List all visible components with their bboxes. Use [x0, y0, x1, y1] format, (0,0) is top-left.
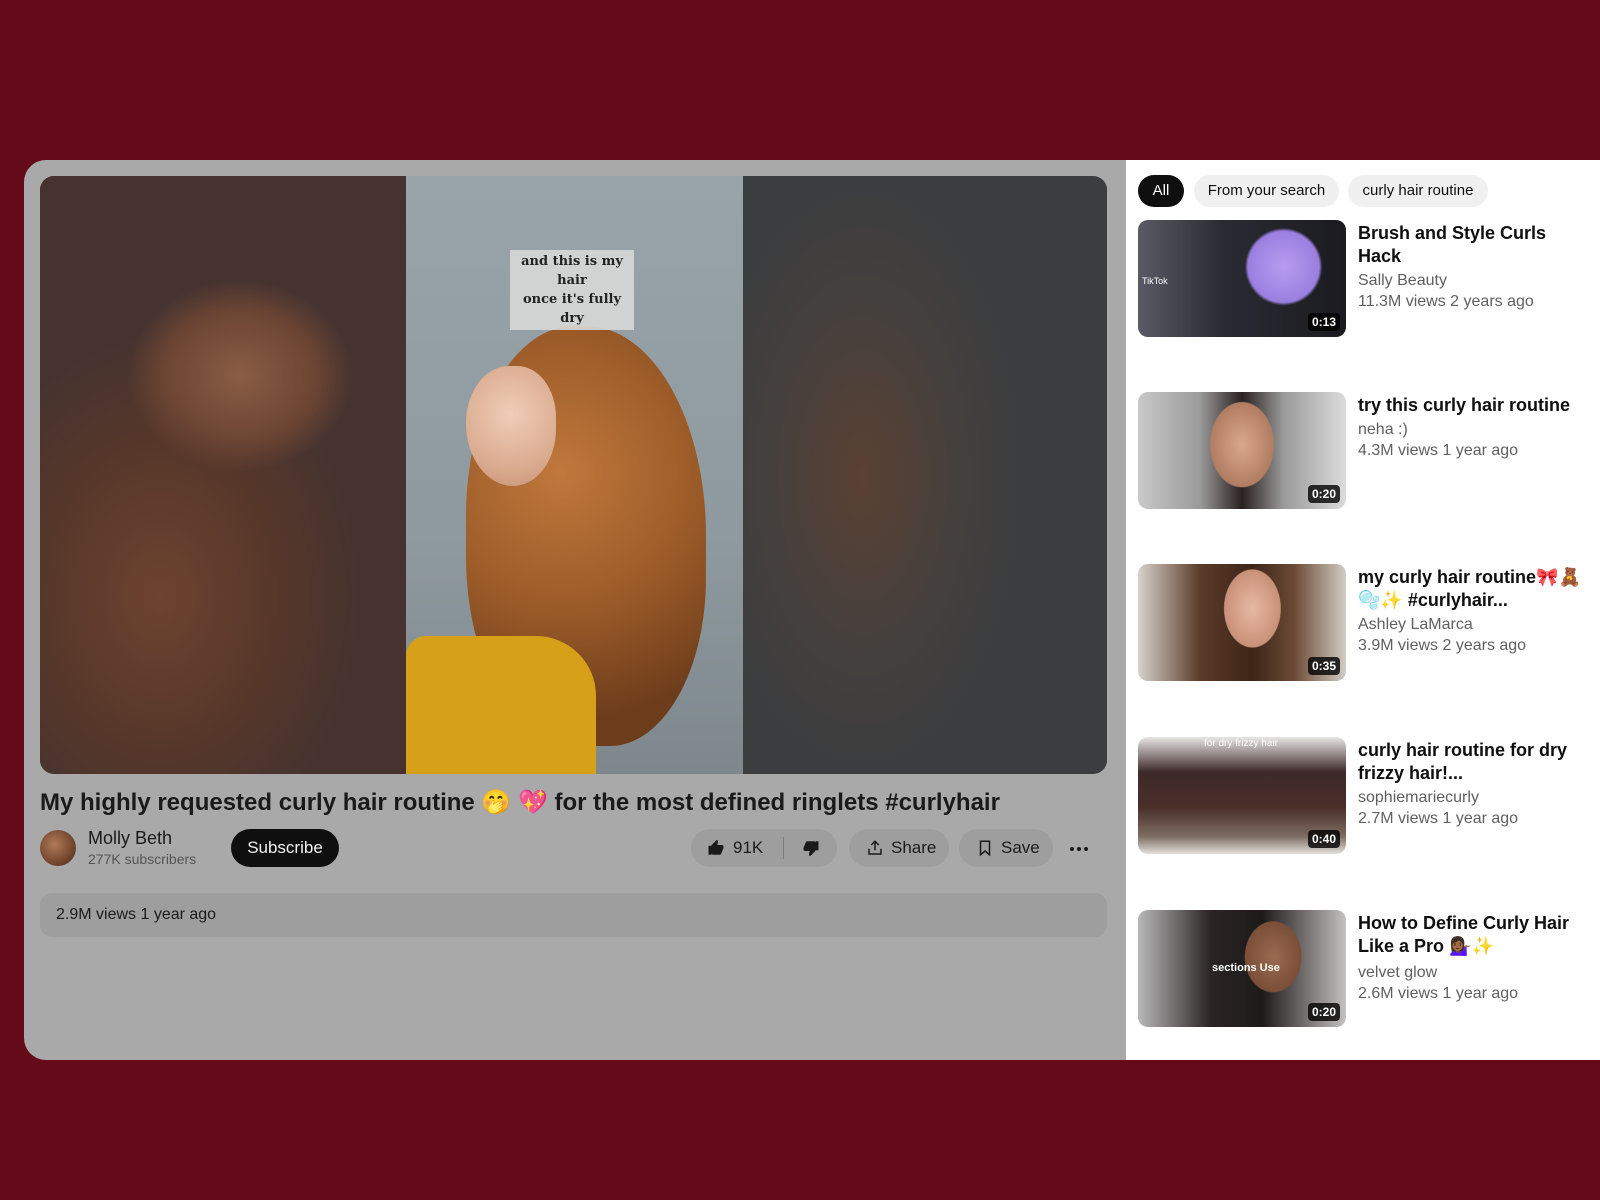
rec-item[interactable]: 0:20 try this curly hair routine neha :)… — [1138, 392, 1600, 512]
video-frame: and this is my hair once it's fully dry — [406, 176, 743, 774]
duration-badge: 0:20 — [1307, 1003, 1340, 1021]
rec-channel[interactable]: Sally Beauty — [1358, 272, 1447, 290]
rec-thumbnail[interactable]: 0:20 — [1138, 392, 1346, 509]
video-caption-line1: and this is my hair — [521, 254, 623, 288]
rec-item[interactable]: TikTok 0:13 Brush and Style Curls Hack S… — [1138, 220, 1600, 340]
rec-thumbnail[interactable]: 0:35 — [1138, 564, 1346, 681]
rec-item[interactable]: sections Use 0:20 How to Define Curly Ha… — [1138, 910, 1600, 1030]
subscribe-button[interactable]: Subscribe — [231, 829, 339, 867]
youtube-window: and this is my hair once it's fully dry … — [24, 160, 1600, 1060]
subscriber-count: 277K subscribers — [88, 851, 197, 867]
thumb-overlay-text: TikTok — [1142, 276, 1168, 286]
rec-meta: 4.3M views 1 year ago — [1358, 442, 1519, 459]
rec-item[interactable]: 0:35 my curly hair routine🎀🧸🫧✨ #curlyhai… — [1138, 564, 1600, 684]
rec-title[interactable]: try this curly hair routine — [1358, 394, 1588, 417]
thumb-overlay-text: for dry frizzy hair — [1204, 738, 1278, 749]
video-title: My highly requested curly hair routine 🤭… — [40, 789, 1000, 816]
channel-name[interactable]: Molly Beth — [88, 828, 172, 849]
rec-meta: 2.7M views 1 year ago — [1358, 810, 1519, 827]
duration-badge: 0:20 — [1307, 485, 1340, 503]
rec-thumbnail[interactable]: for dry frizzy hair 0:40 — [1138, 737, 1346, 854]
rec-meta: 2.6M views 1 year ago — [1358, 985, 1519, 1002]
rec-meta: 3.9M views 2 years ago — [1358, 637, 1527, 654]
more-actions-button[interactable] — [1061, 829, 1097, 867]
chip-curly-hair-routine[interactable]: curly hair routine — [1348, 175, 1488, 207]
more-horizontal-icon — [1070, 847, 1088, 851]
main-pane: and this is my hair once it's fully dry … — [24, 160, 1126, 1060]
rec-title[interactable]: curly hair routine for dry frizzy hair!.… — [1358, 739, 1588, 785]
duration-badge: 0:40 — [1307, 830, 1340, 848]
player-blur-left — [40, 176, 406, 774]
rec-thumbnail[interactable]: sections Use 0:20 — [1138, 910, 1346, 1027]
recommendations-sidebar: All From your search curly hair routine … — [1126, 160, 1600, 1060]
rec-thumbnail[interactable]: TikTok 0:13 — [1138, 220, 1346, 337]
like-button[interactable]: 91K — [691, 829, 783, 867]
player-blur-right — [743, 176, 1107, 774]
channel-avatar[interactable] — [40, 830, 76, 866]
rec-meta: 11.3M views 2 years ago — [1358, 293, 1534, 310]
bookmark-icon — [979, 840, 991, 857]
video-player[interactable]: and this is my hair once it's fully dry — [40, 176, 1107, 774]
dislike-button[interactable] — [784, 829, 837, 867]
like-dislike-group: 91K — [691, 829, 837, 867]
chip-all[interactable]: All — [1138, 175, 1184, 207]
thumb-overlay-text: sections Use — [1212, 962, 1280, 974]
save-button[interactable]: Save — [959, 829, 1053, 867]
rec-channel[interactable]: Ashley LaMarca — [1358, 616, 1473, 634]
video-caption: and this is my hair once it's fully dry — [510, 250, 634, 330]
duration-badge: 0:35 — [1307, 657, 1340, 675]
video-caption-line2: once it's fully dry — [522, 292, 622, 326]
rec-item[interactable]: for dry frizzy hair 0:40 curly hair rout… — [1138, 737, 1600, 857]
share-button[interactable]: Share — [849, 829, 949, 867]
channel-row: Molly Beth 277K subscribers Subscribe 91… — [40, 826, 1107, 870]
share-label: Share — [891, 838, 937, 857]
save-label: Save — [1001, 838, 1040, 857]
rec-channel[interactable]: neha :) — [1358, 421, 1408, 439]
thumbs-down-icon — [803, 841, 819, 857]
rec-title[interactable]: my curly hair routine🎀🧸🫧✨ #curlyhair... — [1358, 566, 1588, 612]
thumbs-up-icon — [708, 839, 724, 855]
rec-channel[interactable]: sophiemariecurly — [1358, 789, 1479, 807]
video-subject-face — [466, 366, 556, 486]
views-and-date: 2.9M views 1 year ago — [56, 906, 217, 923]
rec-title[interactable]: How to Define Curly Hair Like a Pro 💁🏾‍♀… — [1358, 912, 1588, 958]
rec-title[interactable]: Brush and Style Curls Hack — [1358, 222, 1588, 268]
like-count: 91K — [733, 838, 764, 857]
video-subject-shirt — [406, 636, 596, 774]
share-icon — [868, 840, 882, 855]
duration-badge: 0:13 — [1307, 313, 1340, 331]
description-box[interactable]: 2.9M views 1 year ago — [40, 893, 1107, 937]
chip-from-your-search[interactable]: From your search — [1194, 175, 1339, 207]
rec-channel[interactable]: velvet glow — [1358, 964, 1437, 982]
